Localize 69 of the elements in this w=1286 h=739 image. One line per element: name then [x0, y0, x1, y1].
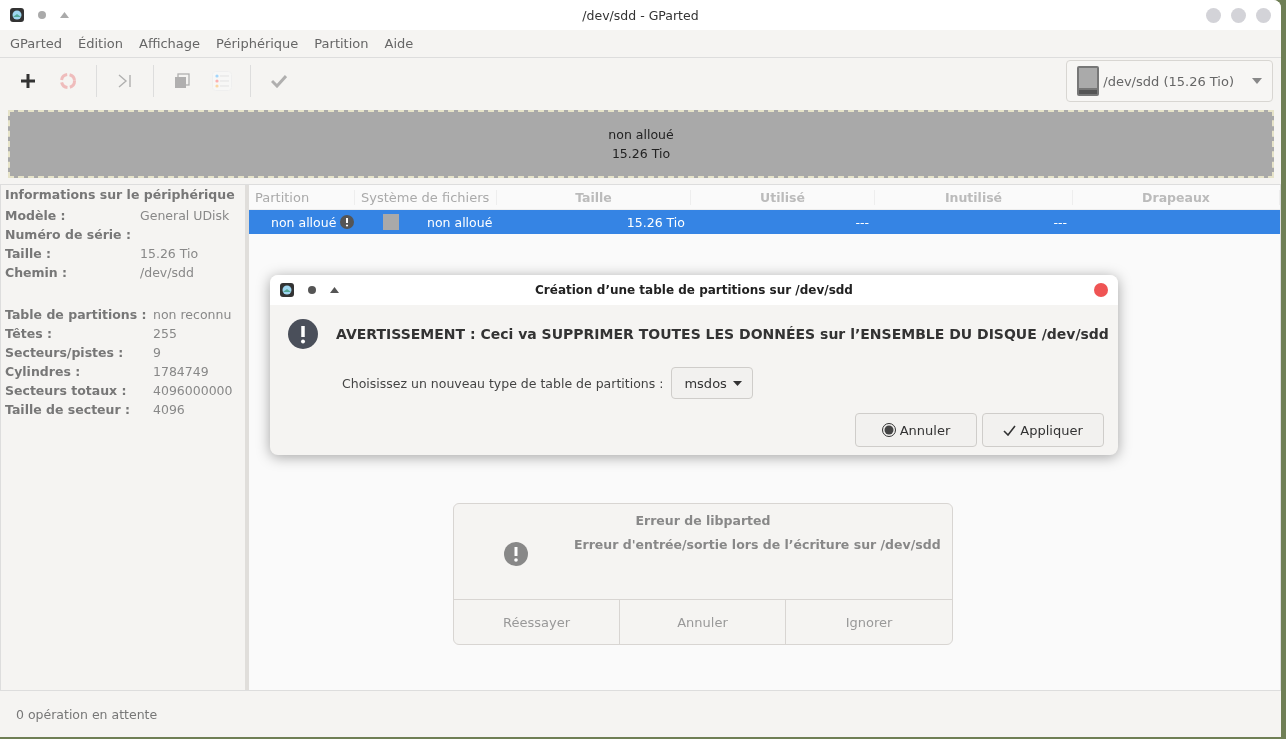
info-value: 15.26 Tio: [140, 245, 200, 263]
list-icon: [212, 71, 232, 91]
caret-icon: [732, 380, 742, 386]
skip-icon: [117, 73, 133, 89]
maximize-button[interactable]: [1231, 7, 1246, 23]
info-value: /dev/sdd: [140, 264, 195, 282]
menu-item[interactable]: Aide: [376, 36, 422, 51]
unallocated-block[interactable]: non alloué 15.26 Tio: [8, 110, 1274, 178]
dialog-title: Erreur de libparted: [634, 513, 772, 528]
info-label: Taille :: [5, 245, 53, 263]
triangle-up-icon[interactable]: [330, 287, 339, 293]
window-title: /dev/sdd - GParted: [582, 7, 699, 23]
info-label: Taille de secteur :: [5, 401, 131, 419]
dot-icon[interactable]: [308, 286, 316, 294]
info-value: 4096000000: [153, 382, 234, 400]
table-row[interactable]: non alloué non alloué 15.26 Tio --- ---: [249, 210, 1280, 234]
table-cell-text: ---: [854, 214, 870, 230]
app-icon: [280, 283, 294, 297]
info-value: 4096: [153, 401, 186, 419]
status-bar: 0 opération en attente: [0, 690, 1281, 737]
info-label: Table de partitions :: [5, 306, 143, 324]
recycle-icon: [59, 72, 77, 90]
info-label: Têtes :: [5, 325, 53, 343]
caret-icon: [1252, 78, 1262, 84]
plus-icon: [20, 73, 36, 89]
warning-icon: [504, 542, 528, 566]
minimize-button[interactable]: [1206, 7, 1221, 23]
dot-icon[interactable]: [38, 11, 46, 19]
info-label: Secteurs/pistes :: [5, 344, 125, 362]
close-button[interactable]: [1094, 283, 1108, 297]
info-label: Secteurs totaux :: [5, 382, 128, 400]
info-value: 1784749: [153, 363, 210, 381]
filesystem-swatch: [383, 214, 399, 230]
hard-drive-icon: [1077, 66, 1100, 96]
stop-icon: [881, 423, 896, 437]
dialog-title: Création d’une table de partitions sur /dev/sdd: [535, 283, 853, 297]
info-label: Modèle :: [5, 207, 67, 225]
menu-item[interactable]: GParted: [2, 36, 70, 51]
warning-icon: [288, 319, 318, 349]
menu-item[interactable]: Périphérique: [208, 36, 307, 51]
info-value: 9: [153, 344, 162, 362]
menu-item[interactable]: Affichage: [131, 36, 209, 51]
partition-size: 15.26 Tio: [611, 145, 671, 163]
menu-item[interactable]: Édition: [70, 36, 131, 51]
panel-title: Informations sur le périphérique: [5, 187, 236, 202]
dialog-button[interactable]: Appliquer: [982, 413, 1104, 447]
info-label: Numéro de série :: [5, 226, 130, 244]
checkmark-icon: [1003, 424, 1017, 436]
info-value: 255: [153, 325, 178, 343]
error-message: Erreur d'entrée/sortie lors de l’écriture sur /dev/sdd: [574, 537, 941, 552]
info-label: Chemin :: [5, 264, 69, 282]
warning-message: AVERTISSEMENT : Ceci va SUPPRIMER TOUTES LES DONNÉES sur l’ENSEMBLE DU DISQUE /dev/sdd: [336, 326, 1109, 342]
copy-icon: [174, 73, 190, 89]
table-type-dropdown[interactable]: msdos: [671, 367, 753, 399]
table-cell-text: ---: [1052, 214, 1068, 230]
info-label: Cylindres :: [5, 363, 82, 381]
table-cell-text: 15.26 Tio: [625, 214, 686, 230]
table-cell: non alloué: [427, 214, 493, 230]
info-value: non reconnu: [153, 306, 233, 324]
field-label: Choisissez un nouveau type de table de partitions :: [342, 375, 664, 391]
table-cell: non alloué: [271, 214, 337, 230]
device-selector[interactable]: /dev/sdd (15.26 Tio): [1066, 60, 1273, 102]
info-value: General UDisk: [140, 207, 231, 225]
partition-label: non alloué: [608, 126, 674, 144]
close-button[interactable]: [1256, 7, 1271, 23]
app-icon: [10, 8, 24, 22]
menu-item[interactable]: Partition: [306, 36, 377, 51]
dialog-button[interactable]: Annuler: [855, 413, 977, 447]
checkmark-icon: [271, 74, 287, 88]
